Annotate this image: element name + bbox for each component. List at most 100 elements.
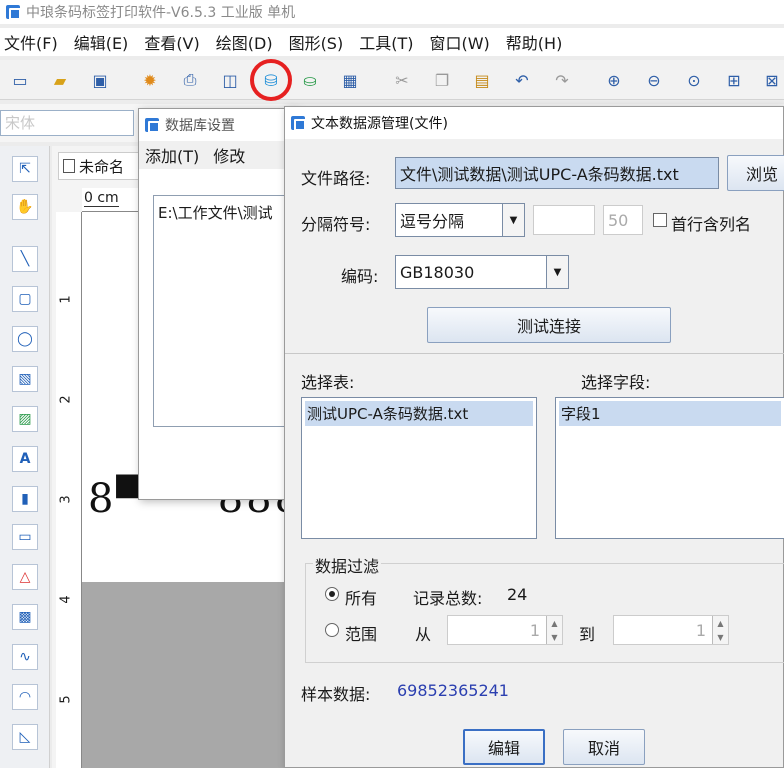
spin-buttons[interactable]: ▲ ▼ (546, 616, 562, 644)
settings-icon[interactable]: ✹ (140, 70, 160, 90)
pan-icon[interactable]: ✋ (12, 194, 38, 220)
separator-select[interactable]: 逗号分隔 ▼ (395, 203, 525, 237)
filter-group (305, 563, 784, 663)
menu-draw[interactable]: 绘图(D) (216, 30, 273, 54)
to-label: 到 (579, 625, 596, 644)
radio-all[interactable] (325, 587, 339, 601)
edit-button[interactable]: 编辑 (463, 729, 545, 765)
from-label: 从 (415, 625, 432, 644)
menu-bar: 文件(F) 编辑(E) 查看(V) 绘图(D) 图形(S) 工具(T) 窗口(W… (0, 28, 784, 56)
zoom-in-icon[interactable]: ⊕ (604, 70, 624, 90)
open-icon[interactable]: ▰ (50, 70, 70, 90)
rounded-rect-icon[interactable]: ▭ (12, 524, 38, 550)
fit-icon[interactable]: ⊞ (724, 70, 744, 90)
fullscreen-icon[interactable]: ⊠ (762, 70, 782, 90)
cut-icon[interactable]: ✂ (392, 70, 412, 90)
text-dialog-title: 文本数据源管理(文件) (311, 116, 448, 132)
select-icon[interactable]: ⇱ (12, 156, 38, 182)
undo-icon[interactable]: ↶ (512, 70, 532, 90)
menu-file[interactable]: 文件(F) (4, 30, 58, 54)
highlight-circle (250, 59, 292, 101)
zoom-out-icon[interactable]: ⊖ (644, 70, 664, 90)
font-name-select[interactable]: 宋体 (0, 110, 134, 136)
browse-button[interactable]: 浏览 (727, 155, 784, 191)
app-icon (291, 116, 306, 131)
field-item[interactable]: 字段1 (559, 401, 781, 426)
menu-edit[interactable]: 编辑(E) (74, 30, 129, 54)
text-dialog-titlebar: 文本数据源管理(文件) (285, 107, 783, 139)
test-connection-button[interactable]: 测试连接 (427, 307, 671, 343)
canvas-background (82, 582, 292, 768)
path-field[interactable]: 文件\测试数据\测试UPC-A条码数据.txt (395, 157, 719, 189)
first-row-label: 首行含列名 (671, 215, 752, 234)
redo-icon[interactable]: ↷ (552, 70, 572, 90)
menu-window[interactable]: 窗口(W) (429, 30, 489, 54)
radio-range-label: 范围 (345, 625, 378, 644)
table-item[interactable]: 测试UPC-A条码数据.txt (305, 401, 533, 426)
table-list[interactable]: 测试UPC-A条码数据.txt (301, 397, 537, 539)
menu-tools[interactable]: 工具(T) (359, 30, 413, 54)
database-dialog-title: 数据库设置 (165, 118, 235, 134)
database-dialog-menu: 添加(T) 修改 (139, 141, 297, 169)
copy-icon[interactable]: ❐ (432, 70, 452, 90)
qrcode-icon[interactable]: ▩ (12, 604, 38, 630)
toolbar: ▭ ▰ ▣ ✹ ⎙ ◫ ⛁ ⛀ ▦ ✂ ❐ ▤ ↶ ↷ ⊕ ⊖ ⊙ ⊞ ⊠ (0, 60, 784, 100)
app-icon (6, 5, 21, 20)
line-icon[interactable]: ╲ (12, 246, 38, 272)
field-list[interactable]: 字段1 (555, 397, 784, 539)
ruler-mark-4: 4 (58, 595, 74, 604)
encoding-label: 编码: (341, 267, 379, 286)
sample-data-label: 样本数据: (301, 685, 371, 704)
arc-icon[interactable]: ◠ (12, 684, 38, 710)
cancel-button[interactable]: 取消 (563, 729, 645, 765)
ellipse-icon[interactable]: ◯ (12, 326, 38, 352)
radio-all-label: 所有 (345, 589, 378, 608)
database-settings-dialog: 数据库设置 添加(T) 修改 E:\工作文件\测试 (138, 108, 298, 500)
tool-palette: ⇱ ✋ ╲ ▢ ◯ ▧ ▨ A ▮ ▭ △ ▩ ∿ ◠ ◺ (0, 146, 50, 768)
picture-icon[interactable]: ▨ (12, 406, 38, 432)
save-icon[interactable]: ▣ (90, 70, 110, 90)
zoom-icon[interactable]: ⊙ (684, 70, 704, 90)
select-table-label: 选择表: (301, 373, 355, 392)
grid-icon[interactable]: ▦ (340, 70, 360, 90)
first-row-checkbox[interactable] (653, 213, 667, 227)
ruler-mark-3: 3 (58, 495, 74, 504)
filter-label: 数据过滤 (313, 553, 382, 577)
menu-add[interactable]: 添加(T) (145, 143, 199, 167)
app-icon (145, 118, 160, 133)
custom-separator-input[interactable] (533, 205, 595, 235)
rectangle-icon[interactable]: ▢ (12, 286, 38, 312)
separator-value: 逗号分隔 (400, 212, 465, 231)
menu-help[interactable]: 帮助(H) (506, 30, 563, 54)
polygon-icon[interactable]: ◺ (12, 724, 38, 750)
print-preview-icon[interactable]: ◫ (220, 70, 240, 90)
menu-modify[interactable]: 修改 (213, 143, 245, 167)
text-datasource-dialog: 文本数据源管理(文件) 文件路径: 文件\测试数据\测试UPC-A条码数据.tx… (284, 106, 784, 768)
document-tab[interactable]: 未命名 (58, 152, 148, 180)
paste-icon[interactable]: ▤ (472, 70, 492, 90)
barcode-icon[interactable]: ▮ (12, 486, 38, 512)
chevron-down-icon[interactable]: ▼ (502, 204, 524, 236)
app-title: 中琅条码标签打印软件-V6.5.3 工业版 单机 (26, 5, 296, 21)
menu-view[interactable]: 查看(V) (144, 30, 199, 54)
radio-range[interactable] (325, 623, 339, 637)
to-stepper[interactable]: 1 ▲ ▼ (613, 615, 729, 645)
ruler-mark-1: 1 (58, 295, 74, 304)
curve-icon[interactable]: ∿ (12, 644, 38, 670)
list-item[interactable]: E:\工作文件\测试 (158, 202, 288, 223)
separator-number-input[interactable]: 50 (603, 205, 643, 235)
text-icon[interactable]: A (12, 446, 38, 472)
encoding-select[interactable]: GB18030 ▼ (395, 255, 569, 289)
triangle-icon[interactable]: △ (12, 564, 38, 590)
image-icon[interactable]: ▧ (12, 366, 38, 392)
sample-data-value: 69852365241 (397, 681, 509, 700)
spin-buttons[interactable]: ▲ ▼ (712, 616, 728, 644)
divider (285, 353, 784, 354)
new-icon[interactable]: ▭ (10, 70, 30, 90)
chevron-down-icon[interactable]: ▼ (546, 256, 568, 288)
print-icon[interactable]: ⎙ (180, 70, 200, 90)
menu-shape[interactable]: 图形(S) (289, 30, 344, 54)
from-stepper[interactable]: 1 ▲ ▼ (447, 615, 563, 645)
database-link-icon[interactable]: ⛀ (300, 70, 320, 90)
database-list[interactable]: E:\工作文件\测试 (153, 195, 293, 427)
